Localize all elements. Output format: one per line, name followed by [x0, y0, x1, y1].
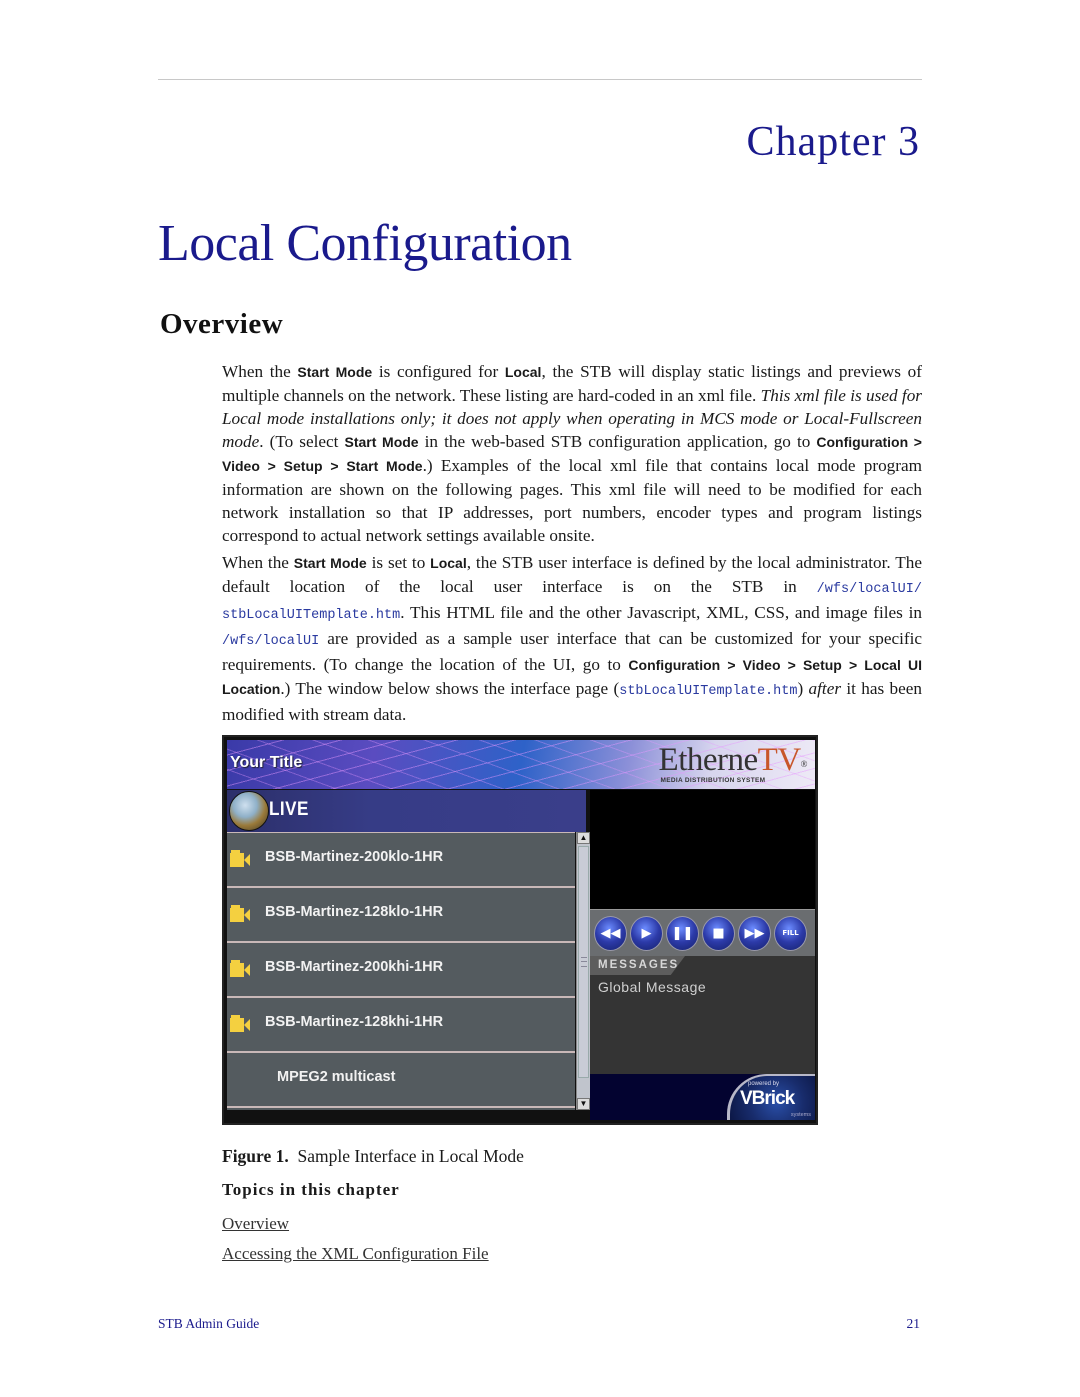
playback-controls: ◀◀ ▶ ❚❚ ■ ▶▶ FILL — [590, 909, 815, 957]
text: When the — [222, 362, 298, 381]
file-path: /wfs/localUI — [222, 634, 320, 649]
text: . This HTML file and the other Javascrip… — [400, 603, 922, 622]
messages-label: MESSAGES — [598, 959, 680, 971]
text: is set to — [366, 553, 431, 572]
channel-label: BSB-Martinez-200khi-1HR — [265, 959, 444, 975]
scrollbar-thumb[interactable] — [578, 846, 589, 1078]
channel-list: BSB-Martinez-200klo-1HR BSB-Martinez-128… — [227, 832, 575, 1110]
vbrick-name: VBrick — [740, 1088, 795, 1109]
vbrick-logo: powered by VBrick systems — [727, 1074, 815, 1120]
section-heading: Overview — [160, 308, 284, 340]
rewind-button[interactable]: ◀◀ — [594, 916, 627, 951]
chapter-label: Chapter 3 — [746, 119, 920, 165]
ui-term: Start Mode — [344, 434, 419, 450]
channel-scrollbar[interactable]: ▲ ▼ — [576, 832, 590, 1110]
channel-item[interactable]: BSB-Martinez-128khi-1HR — [227, 998, 575, 1053]
fill-button[interactable]: FILL — [774, 916, 807, 951]
logo-tv: TV — [757, 742, 802, 778]
messages-panel: MESSAGES Global Message — [590, 956, 815, 1074]
ui-term: Start Mode — [297, 364, 373, 380]
text: When the — [222, 553, 294, 572]
globe-icon — [229, 791, 269, 831]
logo-text: Etherne — [658, 742, 759, 778]
text: . (To select — [259, 432, 345, 451]
page-number: 21 — [906, 1316, 921, 1331]
scroll-up-button[interactable]: ▲ — [577, 832, 590, 844]
channel-item[interactable]: BSB-Martinez-200klo-1HR — [227, 832, 575, 888]
text: is configured for — [372, 362, 505, 381]
play-button[interactable]: ▶ — [630, 916, 663, 951]
video-preview — [590, 790, 815, 909]
stb-interface-screenshot: Your Title EtherneTV® MEDIA DISTRIBUTION… — [222, 735, 818, 1125]
topic-link-overview[interactable]: Overview — [222, 1214, 289, 1234]
grip-icon — [581, 957, 587, 967]
ui-term: Local — [504, 364, 542, 380]
figure-label: Figure 1. — [222, 1146, 289, 1166]
scroll-down-button[interactable]: ▼ — [577, 1098, 590, 1110]
figure-caption-text: Sample Interface in Local Mode — [297, 1146, 524, 1166]
camera-icon — [230, 960, 250, 978]
topics-heading: Topics in this chapter — [222, 1180, 400, 1199]
ui-term: Start Mode — [293, 555, 367, 571]
channel-label: MPEG2 multicast — [277, 1069, 396, 1085]
text: ) — [797, 679, 809, 698]
channel-label: BSB-Martinez-128klo-1HR — [265, 904, 444, 920]
camera-icon — [230, 850, 250, 868]
fast-forward-button[interactable]: ▶▶ — [738, 916, 771, 951]
camera-icon — [230, 1015, 250, 1033]
stb-footer: powered by VBrick systems — [590, 1074, 815, 1120]
registered-mark: ® — [800, 759, 808, 769]
text: .) The window below shows the interface … — [280, 679, 620, 698]
overview-paragraph-2: When the Start Mode is set to Local, the… — [222, 551, 922, 726]
channel-item[interactable]: MPEG2 multicast — [227, 1053, 575, 1108]
channel-label: BSB-Martinez-200klo-1HR — [265, 849, 444, 865]
page-title: Local Configuration — [158, 215, 572, 272]
figure-caption: Figure 1. Sample Interface in Local Mode — [222, 1146, 524, 1167]
stop-button[interactable]: ■ — [702, 916, 735, 951]
ui-term: Local — [430, 555, 467, 571]
ethernetv-logo: EtherneTV® MEDIA DISTRIBUTION SYSTEM — [658, 742, 808, 784]
emphasis: after — [808, 679, 842, 698]
overview-paragraph-1: When the Start Mode is configured for Lo… — [222, 360, 922, 547]
vbrick-systems: systems — [790, 1112, 811, 1118]
pause-button[interactable]: ❚❚ — [666, 916, 699, 951]
channel-item[interactable]: BSB-Martinez-128klo-1HR — [227, 888, 575, 943]
live-label: LIVE — [269, 799, 309, 820]
channel-label: BSB-Martinez-128khi-1HR — [265, 1014, 444, 1030]
topic-link-xml-config[interactable]: Accessing the XML Configuration File — [222, 1244, 489, 1264]
file-path: stbLocalUITemplate.htm — [619, 684, 798, 699]
live-section-bar: LIVE — [227, 790, 586, 832]
header-rule — [158, 79, 922, 80]
stb-title: Your Title — [230, 754, 303, 771]
stb-header-banner: Your Title EtherneTV® MEDIA DISTRIBUTION… — [227, 740, 815, 789]
text: in the web-based STB configuration appli… — [418, 432, 817, 451]
logo-subtitle: MEDIA DISTRIBUTION SYSTEM — [660, 777, 766, 784]
channel-item[interactable]: BSB-Martinez-200khi-1HR — [227, 943, 575, 998]
camera-icon — [230, 905, 250, 923]
powered-by-text: powered by — [748, 1081, 780, 1087]
footer-guide-title: STB Admin Guide — [158, 1316, 260, 1331]
message-text: Global Message — [598, 979, 707, 995]
